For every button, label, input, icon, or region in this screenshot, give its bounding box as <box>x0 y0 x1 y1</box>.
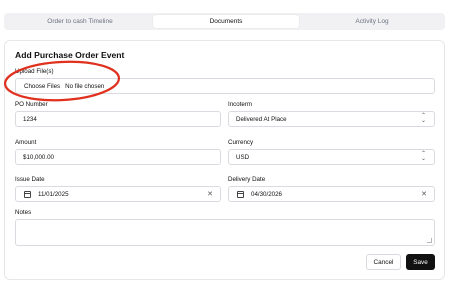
cancel-button[interactable]: Cancel <box>366 254 401 270</box>
notes-textarea[interactable] <box>15 219 435 246</box>
incoterm-value: Delivered At Place <box>236 115 287 123</box>
delivery-date-picker[interactable]: 04/30/2026 ✕ <box>228 186 435 202</box>
tab-documents[interactable]: Documents <box>153 15 299 28</box>
tab-activity-log[interactable]: Activity Log <box>299 15 445 28</box>
issue-date-value: 11/01/2025 <box>38 191 69 198</box>
issue-date-label: Issue Date <box>15 176 45 183</box>
currency-select[interactable]: USD ⌃ ⌄ <box>228 149 435 165</box>
delivery-date-label: Delivery Date <box>228 176 266 183</box>
file-upload-input[interactable]: Choose Files No file chosen <box>15 78 435 94</box>
amount-input[interactable]: $10,000.00 <box>15 149 221 165</box>
delivery-date-value: 04/30/2026 <box>251 191 282 198</box>
form-title: Add Purchase Order Event <box>15 50 125 60</box>
amount-label: Amount <box>15 139 37 146</box>
po-number-input[interactable]: 1234 <box>15 111 221 127</box>
amount-value: $10,000.00 <box>23 153 54 161</box>
choose-files-button[interactable]: Choose Files <box>24 83 60 90</box>
po-number-value: 1234 <box>23 115 37 123</box>
po-number-label: PO Number <box>15 101 48 108</box>
issue-date-picker[interactable]: 11/01/2025 ✕ <box>15 186 221 202</box>
clear-icon[interactable]: ✕ <box>207 190 213 198</box>
notes-label: Notes <box>15 209 32 216</box>
tab-order-to-cash-timeline[interactable]: Order to cash Timeline <box>7 15 153 28</box>
file-status-text: No file chosen <box>65 82 105 90</box>
clear-icon[interactable]: ✕ <box>421 190 427 198</box>
save-button[interactable]: Save <box>406 254 435 270</box>
incoterm-select[interactable]: Delivered At Place ⌃ ⌄ <box>228 111 435 127</box>
chevron-up-down-icon: ⌃ ⌄ <box>420 113 426 124</box>
incoterm-label: Incoterm <box>228 101 253 108</box>
resize-handle-icon[interactable] <box>427 238 432 243</box>
currency-label: Currency <box>228 139 254 146</box>
calendar-icon <box>24 191 31 198</box>
currency-value: USD <box>236 153 250 161</box>
calendar-icon <box>237 191 244 198</box>
tab-bar: Order to cash Timeline Documents Activit… <box>4 13 445 30</box>
chevron-up-down-icon: ⌃ ⌄ <box>420 151 426 162</box>
upload-files-label: Upload File(s) <box>15 68 54 75</box>
